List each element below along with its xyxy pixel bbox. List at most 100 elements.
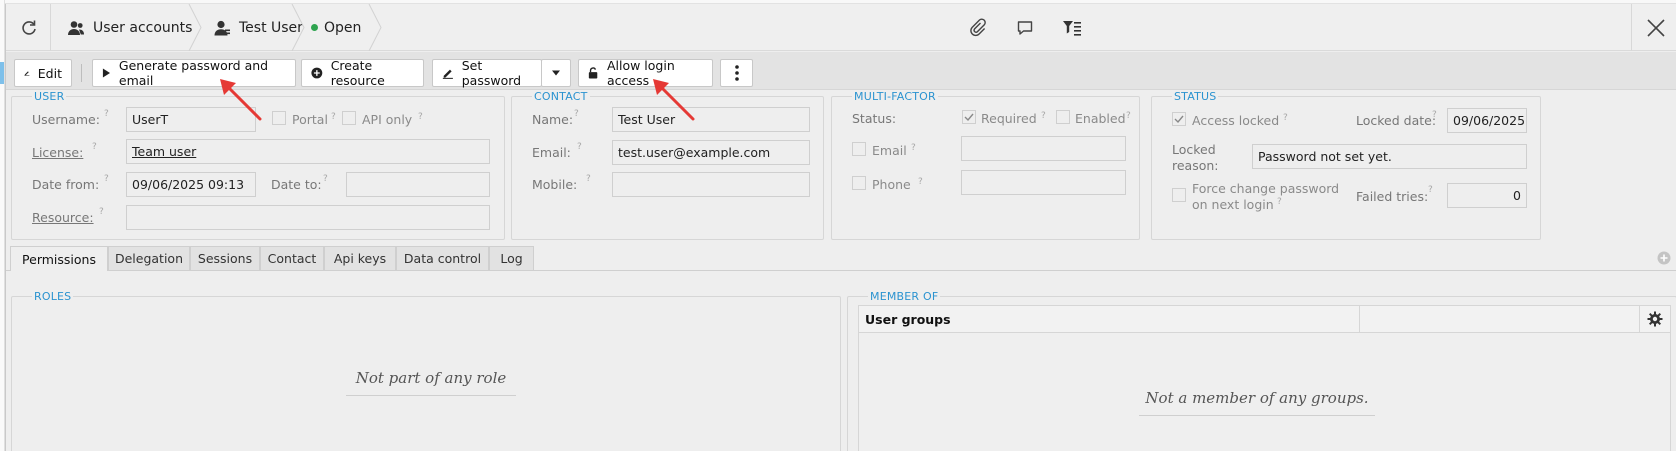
help-icon[interactable]: ? (1041, 111, 1046, 121)
mfa-email-label: Email (872, 143, 907, 158)
access-locked-checkbox[interactable] (1172, 112, 1186, 126)
locked-reason-label-line2: reason: (1172, 158, 1219, 173)
mfa-email-field[interactable] (961, 136, 1126, 161)
member-of-section: MEMBER OF User groups Not a member of an… (847, 290, 1676, 451)
set-password-button[interactable]: Set password (432, 58, 542, 88)
comment-icon[interactable] (1016, 19, 1034, 37)
help-icon[interactable]: ? (331, 112, 336, 122)
name-field[interactable]: Test User (612, 107, 810, 132)
help-icon[interactable]: ? (1432, 110, 1437, 120)
help-icon[interactable]: ? (586, 174, 591, 184)
help-icon[interactable]: ? (92, 142, 97, 152)
help-icon[interactable]: ? (911, 143, 916, 153)
roles-empty-message: Not part of any role (355, 369, 507, 387)
mobile-label: Mobile: (532, 177, 578, 192)
date-from-label: Date from: (32, 177, 100, 192)
help-icon[interactable]: ? (577, 142, 582, 152)
force-change-label-line1: Force change password (1192, 181, 1340, 196)
help-icon[interactable]: ? (574, 109, 579, 119)
locked-date-label: Locked date: (1356, 113, 1437, 128)
breadcrumb-user-accounts[interactable]: User accounts (67, 4, 192, 51)
create-resource-label: Create resource (330, 58, 385, 88)
help-icon[interactable]: ? (1283, 113, 1288, 123)
locked-reason-field[interactable]: Password not set yet. (1252, 144, 1527, 169)
close-icon[interactable] (1646, 18, 1666, 38)
resource-label[interactable]: Resource: (32, 210, 94, 225)
refresh-icon[interactable] (19, 18, 39, 38)
mobile-field[interactable] (612, 172, 810, 197)
required-checkbox[interactable] (962, 110, 976, 124)
unlock-icon (588, 67, 598, 79)
column-divider (1359, 306, 1360, 333)
tab-delegation[interactable]: Delegation (108, 246, 190, 270)
selection-marker (0, 62, 4, 84)
help-icon[interactable]: ? (1277, 197, 1282, 207)
play-icon (102, 68, 111, 78)
portal-label: Portal (292, 112, 328, 127)
locked-date-field[interactable]: 09/06/2025 (1447, 108, 1527, 133)
help-icon[interactable]: ? (918, 177, 923, 187)
roles-section: ROLES Not part of any role (11, 290, 841, 451)
failed-tries-label: Failed tries: (1356, 189, 1429, 204)
enabled-checkbox[interactable] (1056, 110, 1070, 124)
help-icon[interactable]: ? (99, 207, 104, 217)
add-tab-icon[interactable] (1657, 251, 1671, 265)
help-icon[interactable]: ? (1428, 185, 1433, 195)
tab-api-keys[interactable]: Api keys (324, 246, 396, 270)
force-change-password-checkbox[interactable] (1172, 188, 1186, 202)
api-only-checkbox[interactable] (342, 111, 356, 125)
date-to-field[interactable] (346, 172, 490, 197)
more-options-button[interactable] (720, 59, 753, 87)
breadcrumb-separator (291, 4, 305, 51)
access-locked-label: Access locked (1192, 113, 1280, 128)
column-divider (1639, 306, 1640, 333)
enabled-label: Enabled (1075, 111, 1126, 126)
header-divider (1631, 4, 1632, 51)
breadcrumb-label: Open (324, 19, 362, 36)
mfa-phone-checkbox[interactable] (852, 176, 866, 190)
help-icon[interactable]: ? (104, 174, 109, 184)
mfa-email-checkbox[interactable] (852, 142, 866, 156)
empty-message-underline (346, 395, 516, 396)
section-legend: CONTACT (532, 90, 590, 103)
status-section: STATUS Access locked ? Locked date: ? 09… (1151, 90, 1541, 240)
set-password-dropdown-button[interactable] (541, 59, 571, 87)
username-label: Username: (32, 112, 100, 127)
force-change-label-line2: on next login (1192, 197, 1274, 212)
paperclip-icon[interactable] (968, 18, 988, 38)
portal-checkbox[interactable] (272, 111, 286, 125)
resource-field[interactable] (126, 205, 490, 230)
tab-sessions[interactable]: Sessions (190, 246, 260, 270)
tab-log[interactable]: Log (489, 246, 534, 270)
api-only-label: API only (362, 112, 413, 127)
license-field[interactable]: Team user (126, 139, 490, 164)
settings-gear-icon[interactable] (1647, 311, 1663, 327)
tab-permissions[interactable]: Permissions (10, 246, 108, 271)
help-icon[interactable]: ? (418, 112, 423, 122)
section-legend: STATUS (1172, 90, 1219, 103)
mfa-status-label: Status: (852, 111, 897, 126)
tab-contact[interactable]: Contact (260, 246, 324, 270)
breadcrumb-separator (188, 4, 202, 51)
empty-message-underline (1139, 415, 1375, 416)
help-icon[interactable]: ? (104, 109, 109, 119)
create-resource-button[interactable]: Create resource (301, 58, 424, 88)
toolbar-separator (81, 64, 82, 82)
mfa-phone-field[interactable] (961, 170, 1126, 195)
date-from-field[interactable]: 09/06/2025 09:13 (126, 172, 256, 197)
user-group-icon (68, 20, 84, 35)
breadcrumb-test-user[interactable]: Test User (213, 4, 303, 51)
breadcrumb-status[interactable]: Open (311, 4, 361, 51)
tab-data-control[interactable]: Data control (396, 246, 489, 270)
help-icon[interactable]: ? (1126, 111, 1131, 121)
column-header-user-groups[interactable]: User groups (865, 312, 951, 327)
annotation-arrow-icon (220, 79, 262, 121)
failed-tries-field[interactable]: 0 (1447, 183, 1527, 208)
filter-list-icon[interactable] (1062, 19, 1082, 37)
edit-button[interactable]: Edit (14, 59, 72, 87)
caret-down-icon (552, 70, 560, 76)
email-field[interactable]: test.user@example.com (612, 140, 810, 165)
set-password-label: Set password (461, 58, 522, 88)
help-icon[interactable]: ? (323, 174, 328, 184)
license-label[interactable]: License: (32, 145, 83, 160)
